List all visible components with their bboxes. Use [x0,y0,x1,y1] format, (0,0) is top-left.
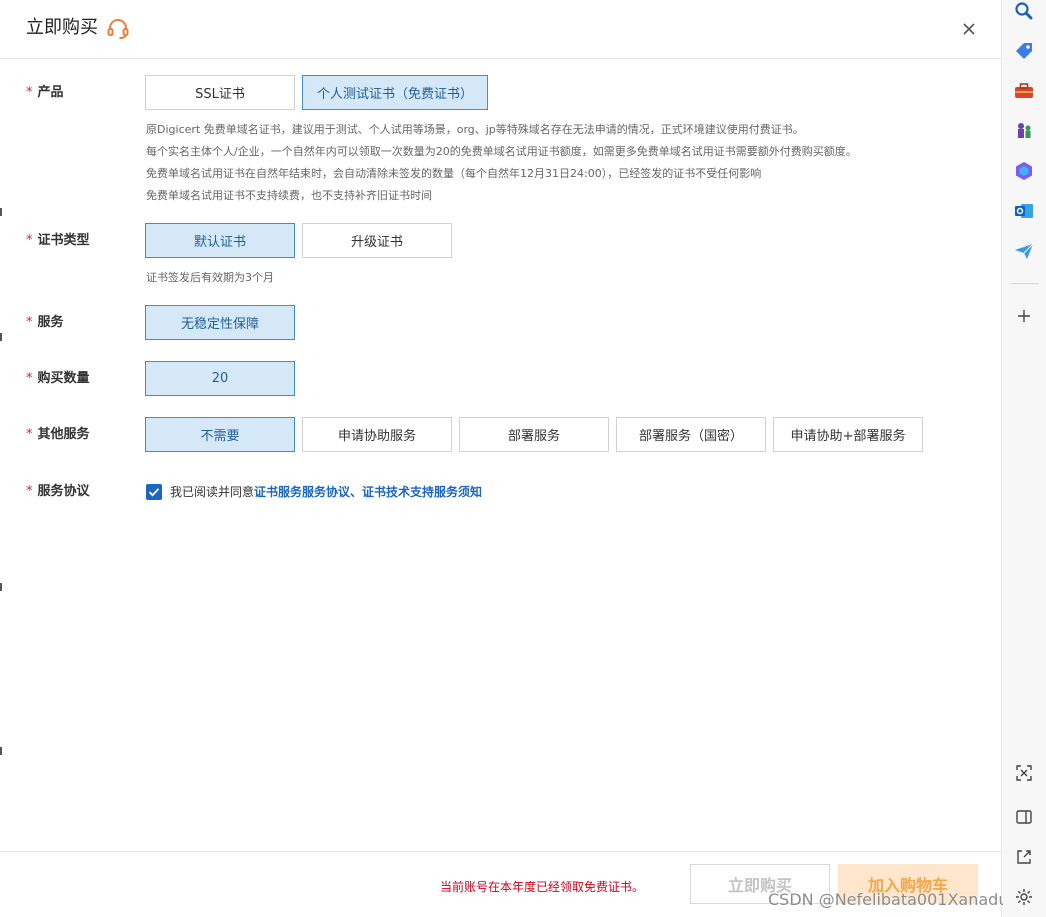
copilot-icon[interactable] [1013,160,1035,182]
settings-icon[interactable] [1013,886,1035,908]
cert-type-desc: 证书签发后有效期为3个月 [146,271,274,284]
tag-icon[interactable] [1013,40,1035,62]
split-view-icon[interactable] [1013,806,1035,828]
free-cert-notice: 当前账号在本年度已经领取免费证书。 [440,880,645,894]
required-mark: * [26,233,33,248]
agreement-checkbox[interactable] [146,484,162,500]
csdn-watermark: CSDN @Nefelibata001Xanadu [768,890,1009,909]
product-option-ssl[interactable]: SSL证书 [145,75,295,110]
cert-type-option-default[interactable]: 默认证书 [145,223,295,258]
add-icon[interactable] [1013,305,1035,327]
product-desc-line-1: 原Digicert 免费单域名证书，建议用于测试、个人试用等场景，org、jp等… [146,123,804,136]
product-option-personal-test[interactable]: 个人测试证书（免费证书） [302,75,488,110]
quantity-option[interactable]: 20 [145,361,295,396]
product-desc-line-4: 免费单域名试用证书不支持续费，也不支持补齐旧证书时间 [146,189,432,202]
page-edge-mark [0,208,2,216]
service-option-no-stability[interactable]: 无稳定性保障 [145,305,295,340]
close-icon[interactable] [958,18,980,40]
external-link-icon[interactable] [1013,846,1035,868]
product-desc-line-3: 免费单域名试用证书在自然年结束时，会自动清除未签发的数量（每个自然年12月31日… [146,167,762,180]
dialog-header: 立即购买 [0,0,1002,59]
required-mark: * [26,427,33,442]
other-service-option-deploy-sm[interactable]: 部署服务（国密） [616,417,766,452]
sidebar-divider [1011,283,1039,284]
required-mark: * [26,371,33,386]
service-label: * 服务 [26,315,64,330]
agreement-links[interactable]: 证书服务服务协议、证书技术支持服务须知 [254,485,482,499]
chess-icon[interactable] [1013,120,1035,142]
product-desc-line-2: 每个实名主体个人/企业，一个自然年内可以领取一次数量为20的免费单域名试用证书额… [146,145,857,158]
other-service-option-none[interactable]: 不需要 [145,417,295,452]
other-service-label: * 其他服务 [26,427,90,442]
page-edge-mark [0,747,2,755]
screenshot-icon[interactable] [1013,762,1035,784]
checkmark-icon [148,488,160,497]
product-label: * 产品 [26,85,64,100]
customer-service-headset-icon[interactable] [106,17,130,41]
other-service-option-assist-deploy[interactable]: 申请协助+部署服务 [773,417,923,452]
dialog-title: 立即购买 [26,17,98,38]
toolbox-icon[interactable] [1013,80,1035,102]
required-mark: * [26,315,33,330]
required-mark: * [26,85,33,100]
agreement-label: * 服务协议 [26,484,90,499]
outlook-icon[interactable] [1013,200,1035,222]
quantity-label: * 购买数量 [26,371,90,386]
other-service-option-apply-assist[interactable]: 申请协助服务 [302,417,452,452]
page-edge-mark [0,583,2,591]
browser-sidebar [1003,0,1046,917]
search-icon[interactable] [1013,0,1035,22]
agreement-text: 我已阅读并同意证书服务服务协议、证书技术支持服务须知 [170,485,483,499]
page-edge-mark [0,333,2,341]
required-mark: * [26,484,33,499]
purchase-dialog: 立即购买 * 产品 SSL证书 个人测试证书（免费证书） 原Digicert 免费… [0,0,1002,917]
send-icon[interactable] [1013,240,1035,262]
cert-type-option-upgrade[interactable]: 升级证书 [302,223,452,258]
cert-type-label: * 证书类型 [26,233,90,248]
other-service-option-deploy[interactable]: 部署服务 [459,417,609,452]
